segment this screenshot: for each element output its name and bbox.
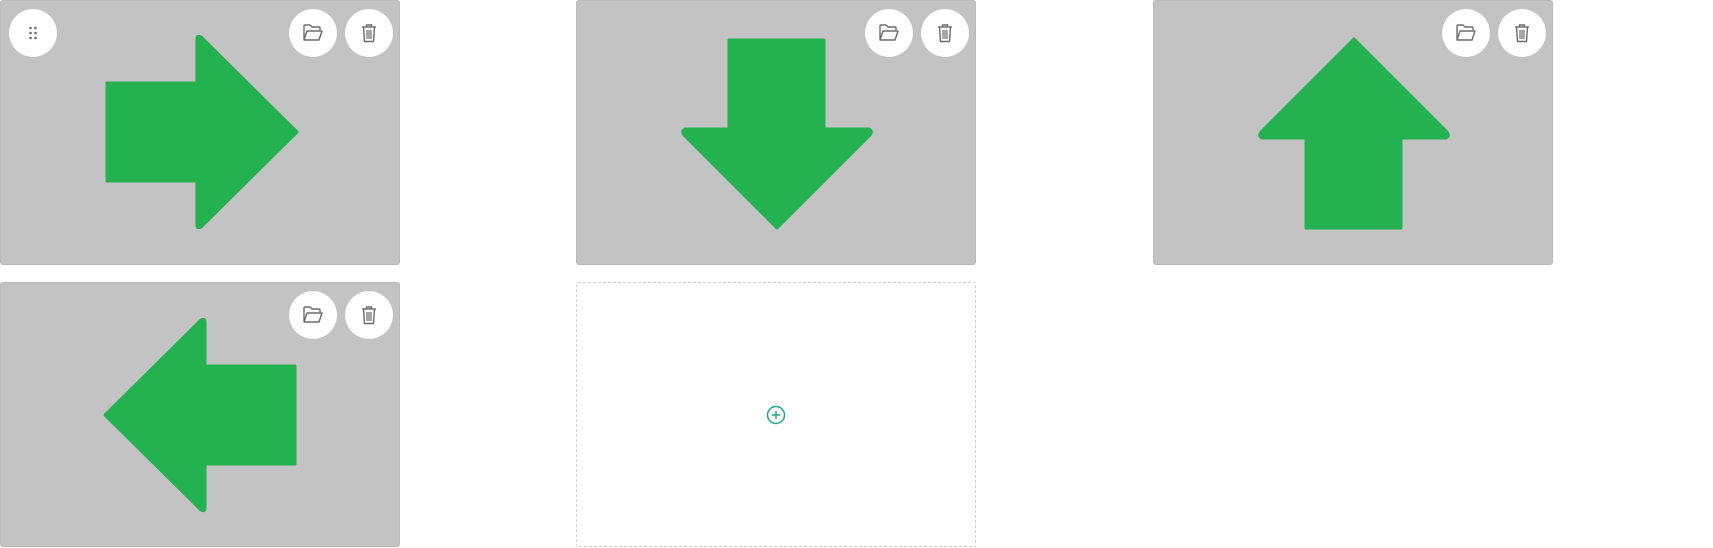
image-tile-3[interactable]	[1153, 0, 1553, 265]
folder-open-icon	[1456, 24, 1476, 41]
folder-open-icon	[879, 24, 899, 41]
replace-image-button[interactable]	[289, 291, 337, 339]
grip-dots-icon	[29, 26, 37, 40]
image-tile-2[interactable]	[576, 0, 976, 265]
trash-icon	[938, 24, 952, 43]
trash-icon	[362, 306, 376, 325]
delete-image-button[interactable]	[921, 9, 969, 57]
trash-icon	[1515, 24, 1529, 43]
trash-icon	[362, 24, 376, 43]
replace-image-button[interactable]	[1442, 9, 1490, 57]
add-image-button[interactable]	[766, 405, 786, 425]
arrow-down-image	[681, 38, 873, 230]
folder-open-icon	[303, 306, 323, 323]
delete-image-button[interactable]	[345, 291, 393, 339]
image-tile-1[interactable]	[0, 0, 400, 265]
add-image-slot[interactable]	[576, 282, 976, 547]
folder-open-icon	[303, 24, 323, 41]
delete-image-button[interactable]	[345, 9, 393, 57]
image-tile-4[interactable]	[0, 282, 400, 547]
arrow-right-image	[105, 34, 299, 230]
replace-image-button[interactable]	[289, 9, 337, 57]
plus-circle-icon	[766, 405, 786, 425]
drag-handle-button[interactable]	[9, 9, 57, 57]
arrow-left-image	[103, 317, 297, 513]
delete-image-button[interactable]	[1498, 9, 1546, 57]
arrow-up-image	[1258, 37, 1450, 230]
replace-image-button[interactable]	[865, 9, 913, 57]
